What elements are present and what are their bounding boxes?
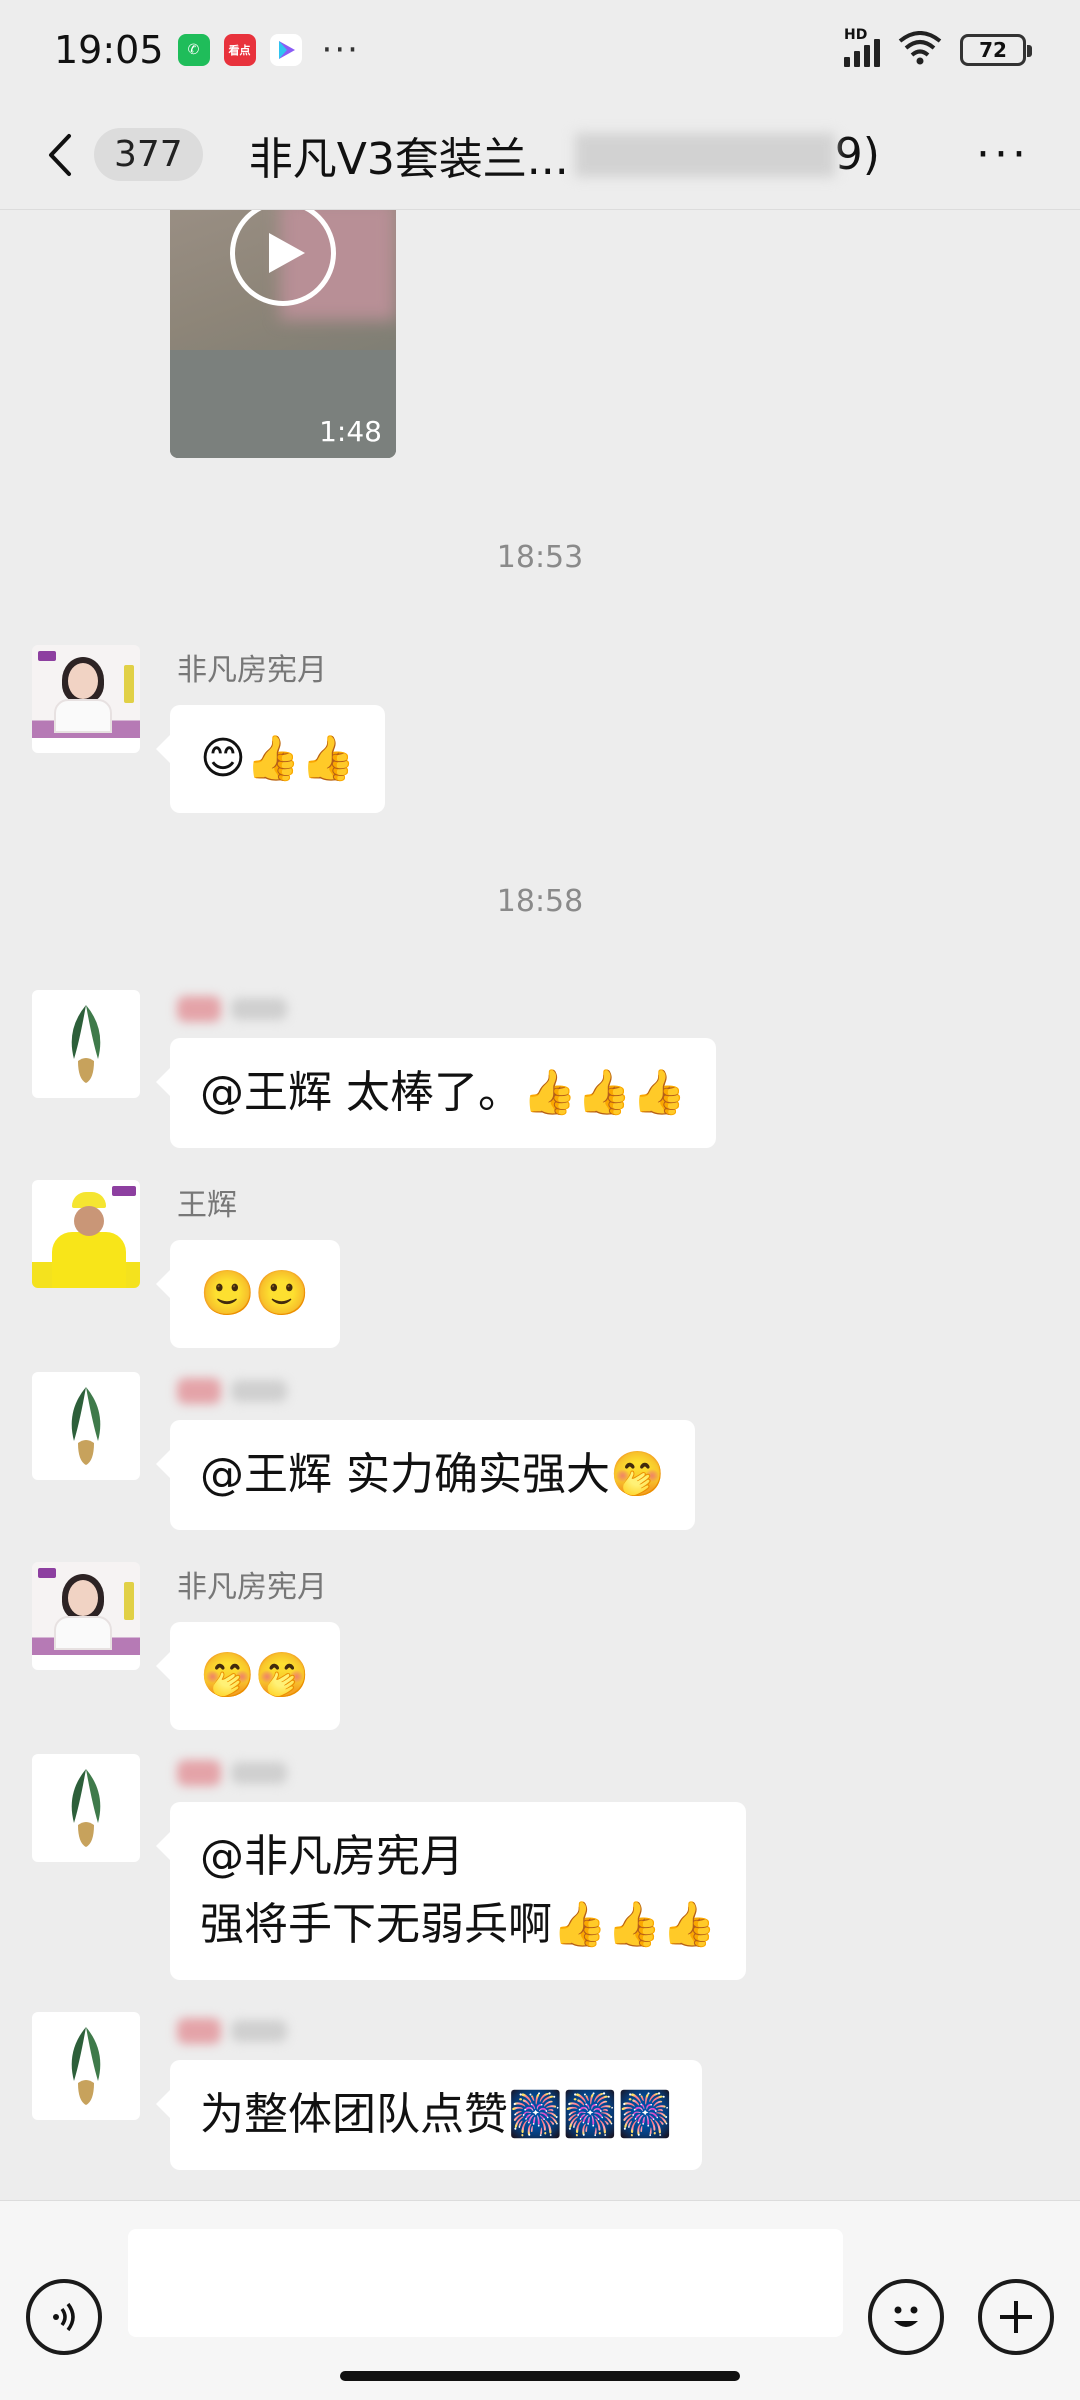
video-message[interactable]: 1:48 (170, 210, 396, 458)
message-bubble[interactable]: 🙂🙂 (156, 1240, 340, 1348)
message-text: 为整体团队点赞🎆🎆🎆 (200, 2089, 673, 2140)
sender-redacted (177, 1378, 287, 1404)
back-button[interactable] (40, 125, 80, 185)
avatar[interactable] (32, 1372, 140, 1480)
battery-level: 72 (979, 38, 1007, 62)
video-duration: 1:48 (319, 415, 382, 448)
message-text: 😊👍👍 (200, 733, 356, 784)
message-bubble[interactable]: @王辉 太棒了。👍👍👍 (155, 1038, 717, 1148)
message-bubble[interactable]: 😊👍👍 (155, 705, 386, 813)
message-text: @非凡房宪月 (200, 1831, 464, 1882)
message-text: @王辉 实力确实强大🤭 (200, 1449, 665, 1500)
avatar[interactable] (32, 1180, 140, 1288)
input-bar (0, 2200, 1080, 2400)
message-bubble[interactable]: 为整体团队点赞🎆🎆🎆 (155, 2060, 703, 2170)
avatar[interactable] (32, 645, 140, 753)
avatar[interactable] (32, 2012, 140, 2120)
signal-icon: HD (844, 27, 880, 67)
smiley-icon (894, 2306, 918, 2327)
chat-title: 非凡V3套装兰... (248, 133, 569, 185)
leaf-icon (71, 2027, 101, 2105)
message-bubble[interactable]: @王辉 实力确实强大🤭 (156, 1420, 695, 1530)
leaf-icon (71, 1769, 101, 1847)
message-input[interactable] (128, 2229, 843, 2337)
message-text: 🤭🤭 (200, 1650, 310, 1701)
sender-name: 王辉 (177, 1188, 237, 1223)
sender-redacted (177, 1760, 287, 1786)
sender-name: 非凡房宪月 (177, 653, 327, 688)
timestamp: 18:53 (496, 540, 584, 575)
avatar[interactable] (32, 1754, 140, 1862)
sender-redacted (177, 996, 287, 1022)
voice-icon (53, 2302, 75, 2332)
message-bubble[interactable]: 🤭🤭 (156, 1622, 340, 1730)
phone-app-icon: ✆ (177, 34, 210, 66)
chat-messages[interactable]: 1:48 18:53 非凡房宪月 😊👍👍 18:58 @王辉 太棒了。👍👍👍 王… (0, 210, 1080, 2200)
plus-icon (1000, 2301, 1032, 2333)
battery-icon: 72 (960, 34, 1032, 66)
video-app-icon (269, 34, 302, 66)
sender-redacted (177, 2018, 287, 2044)
leaf-icon (71, 1387, 101, 1465)
network-label: HD (844, 27, 868, 43)
more-options-button[interactable]: ··· (966, 129, 1040, 180)
status-bar: 19:05 ✆ 看点 ··· HD 72 (0, 0, 1080, 100)
title-redacted (574, 132, 835, 177)
wifi-icon (898, 31, 942, 69)
sender-name: 非凡房宪月 (177, 1570, 327, 1605)
message-bubble[interactable]: @非凡房宪月 强将手下无弱兵啊👍👍👍 (155, 1802, 747, 1980)
voice-input-button[interactable] (26, 2279, 102, 2355)
message-text: 强将手下无弱兵啊👍👍👍 (200, 1899, 717, 1950)
avatar[interactable] (32, 990, 140, 1098)
unread-count-badge[interactable]: 377 (94, 128, 203, 181)
chat-header: 377 非凡V3套装兰... 9) ··· (0, 100, 1080, 210)
avatar[interactable] (32, 1562, 140, 1670)
message-text: @王辉 太棒了。👍👍👍 (200, 1067, 687, 1118)
leaf-icon (71, 1005, 101, 1083)
more-actions-button[interactable] (978, 2279, 1054, 2355)
chat-title-end: 9) (834, 129, 880, 180)
message-text: 🙂🙂 (200, 1268, 310, 1319)
home-indicator[interactable] (340, 2371, 740, 2381)
emoji-button[interactable] (868, 2279, 944, 2355)
status-more-icon: ··· (321, 30, 360, 70)
news-app-icon: 看点 (223, 34, 256, 66)
chevron-left-icon (49, 133, 71, 176)
status-time: 19:05 (54, 28, 164, 72)
timestamp: 18:58 (496, 884, 584, 919)
